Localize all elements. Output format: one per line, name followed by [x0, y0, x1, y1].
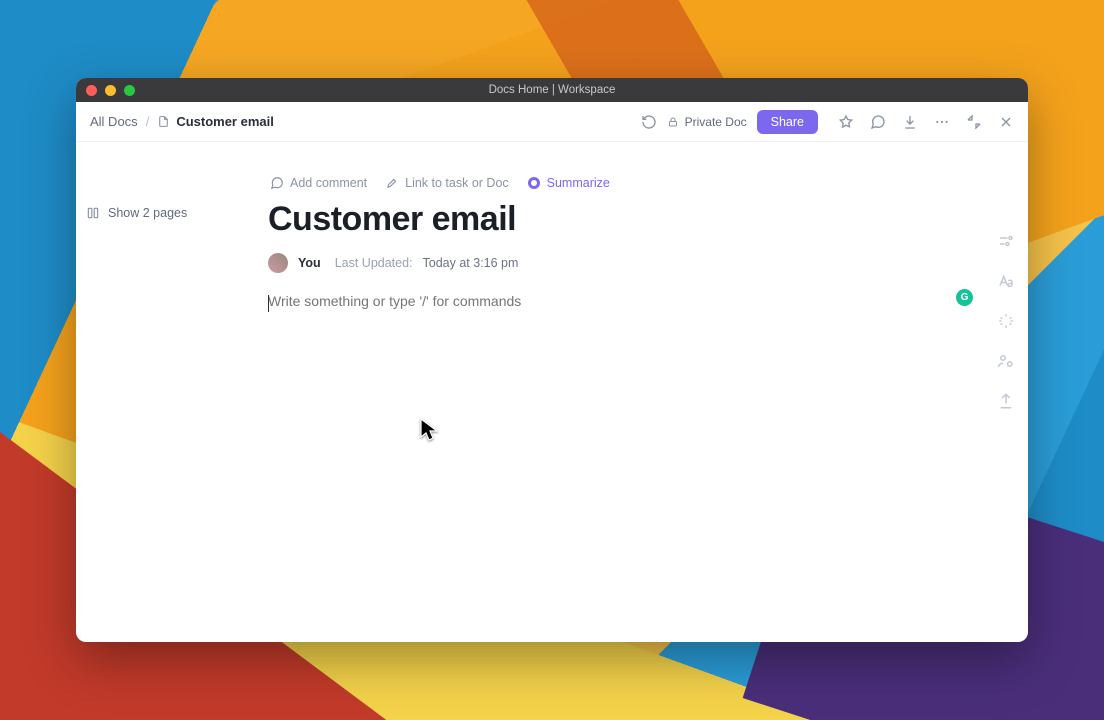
window-zoom-button[interactable]	[124, 85, 135, 96]
summarize-action[interactable]: Summarize	[527, 176, 610, 190]
window-minimize-button[interactable]	[105, 85, 116, 96]
comment-icon	[270, 176, 284, 190]
breadcrumb-current[interactable]: Customer email	[157, 114, 274, 129]
rail-export-icon[interactable]	[997, 392, 1015, 410]
window-close-button[interactable]	[86, 85, 97, 96]
doc-meta: You Last Updated: Today at 3:16 pm	[268, 253, 1028, 273]
rail-ai-icon[interactable]	[997, 312, 1015, 330]
text-caret	[268, 295, 269, 312]
history-icon[interactable]	[641, 114, 657, 130]
rail-share-icon[interactable]	[997, 352, 1015, 370]
breadcrumb: All Docs / Customer email	[90, 114, 274, 129]
author-avatar[interactable]	[268, 253, 288, 273]
collapse-icon[interactable]	[966, 114, 982, 130]
breadcrumb-current-label: Customer email	[176, 114, 274, 129]
breadcrumb-root[interactable]: All Docs	[90, 114, 138, 129]
privacy-label: Private Doc	[685, 115, 747, 129]
document-icon	[157, 114, 170, 129]
page-title[interactable]: Customer email	[268, 200, 1028, 239]
doc-quick-actions: Add comment Link to task or Doc Summariz…	[268, 176, 1028, 190]
app-window: Docs Home | Workspace All Docs / Custome…	[76, 78, 1028, 642]
link-task-action[interactable]: Link to task or Doc	[385, 176, 509, 190]
grammarly-badge[interactable]: G	[956, 289, 973, 306]
grammarly-glyph: G	[961, 292, 969, 303]
document-editor[interactable]	[268, 293, 948, 353]
editor-area[interactable]: G	[268, 293, 1028, 358]
rail-typography-icon[interactable]	[997, 272, 1015, 290]
rail-settings-icon[interactable]	[997, 232, 1015, 250]
left-sidebar: Show 2 pages	[76, 142, 268, 642]
more-icon[interactable]	[934, 114, 950, 130]
pages-icon	[86, 206, 100, 220]
summarize-icon	[527, 176, 541, 190]
window-titlebar[interactable]: Docs Home | Workspace	[76, 78, 1028, 102]
right-rail	[984, 176, 1028, 410]
breadcrumb-separator: /	[146, 114, 150, 129]
add-comment-action[interactable]: Add comment	[270, 176, 367, 190]
top-toolbar: All Docs / Customer email Private Doc Sh…	[76, 102, 1028, 142]
document-body: Show 2 pages Add comment Link to task or…	[76, 142, 1028, 642]
window-controls	[86, 85, 135, 96]
share-button[interactable]: Share	[757, 110, 818, 134]
document-content: Add comment Link to task or Doc Summariz…	[268, 142, 1028, 642]
updated-time: Today at 3:16 pm	[423, 256, 519, 270]
privacy-indicator[interactable]: Private Doc	[667, 115, 747, 129]
toolbar-right-cluster	[838, 114, 1014, 130]
show-pages-label: Show 2 pages	[108, 206, 187, 220]
close-icon[interactable]	[998, 114, 1014, 130]
show-pages-toggle[interactable]: Show 2 pages	[86, 206, 258, 220]
link-task-label: Link to task or Doc	[405, 176, 509, 190]
link-icon	[385, 176, 399, 190]
lock-icon	[667, 116, 679, 128]
add-comment-label: Add comment	[290, 176, 367, 190]
updated-label: Last Updated:	[335, 256, 413, 270]
window-title: Docs Home | Workspace	[76, 84, 1028, 96]
favorite-icon[interactable]	[838, 114, 854, 130]
download-icon[interactable]	[902, 114, 918, 130]
summarize-label: Summarize	[547, 176, 610, 190]
author-name[interactable]: You	[298, 256, 321, 270]
comments-icon[interactable]	[870, 114, 886, 130]
